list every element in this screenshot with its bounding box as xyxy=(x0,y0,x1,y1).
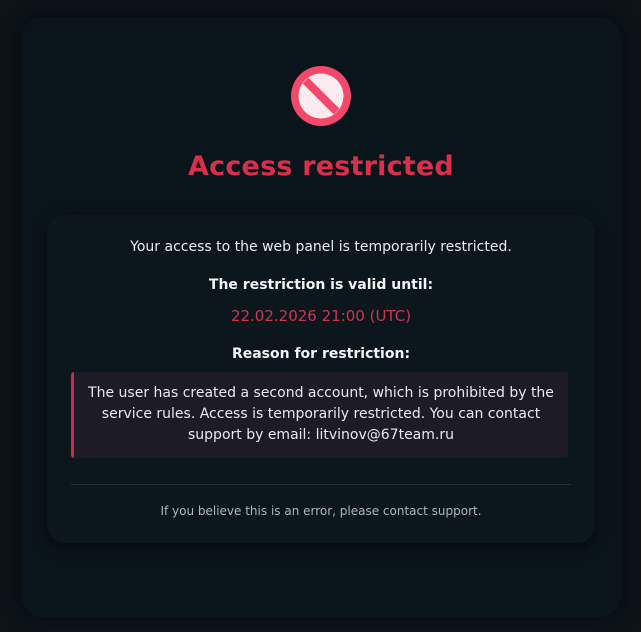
divider xyxy=(71,484,571,485)
page-title: Access restricted xyxy=(188,151,454,182)
valid-until-value: 22.02.2026 21:00 (UTC) xyxy=(230,307,412,325)
details-panel: Your access to the web panel is temporar… xyxy=(47,215,595,543)
prohibited-icon xyxy=(289,64,353,128)
reason-text: The user has created a second account, w… xyxy=(71,372,568,458)
support-note: If you believe this is an error, please … xyxy=(160,504,482,518)
valid-until-label: The restriction is valid until: xyxy=(208,277,434,293)
intro-text: Your access to the web panel is temporar… xyxy=(130,239,512,255)
reason-label: Reason for restriction: xyxy=(231,346,411,362)
restriction-card: Access restricted Your access to the web… xyxy=(21,17,621,617)
